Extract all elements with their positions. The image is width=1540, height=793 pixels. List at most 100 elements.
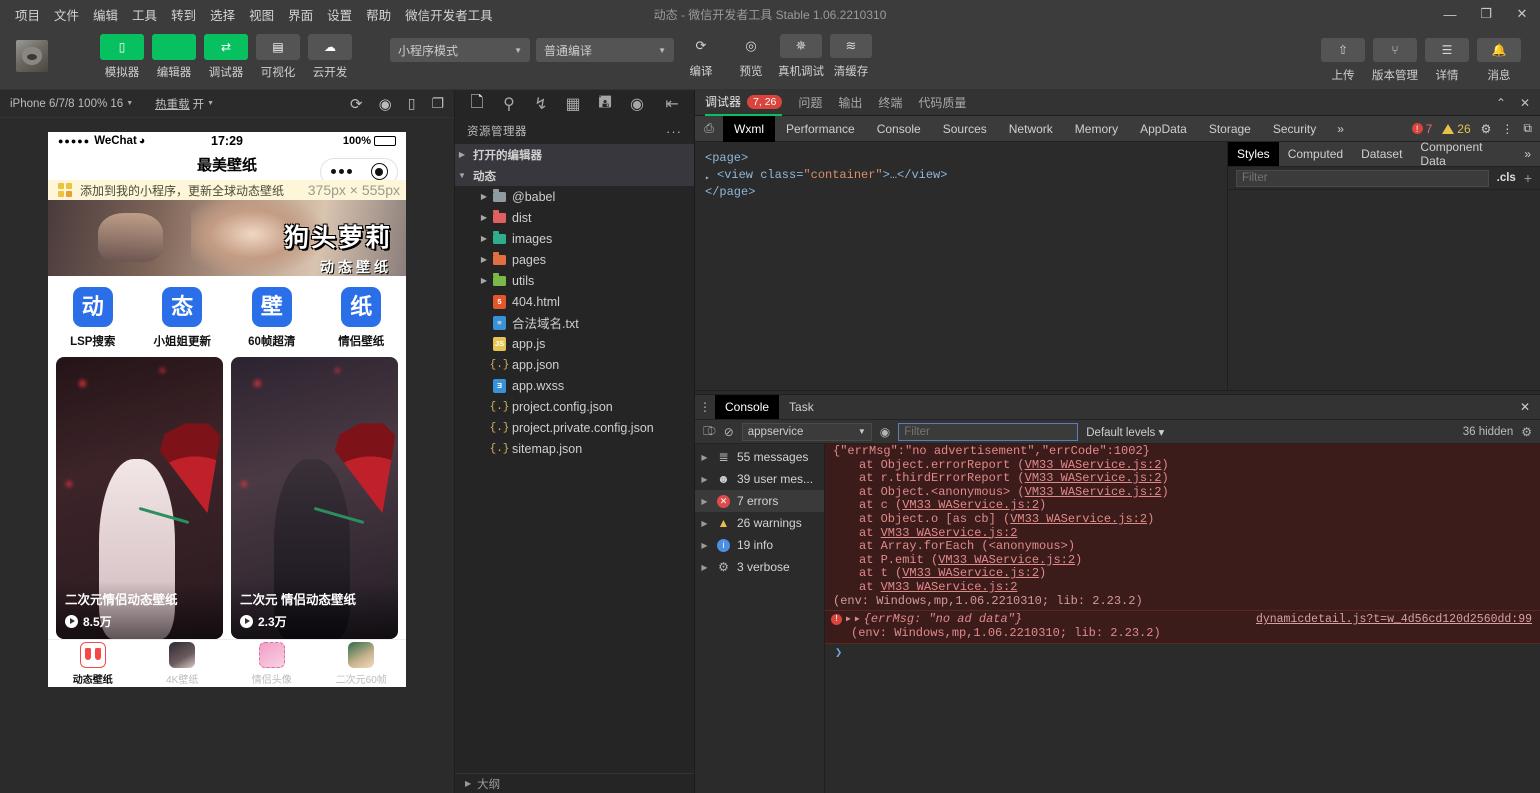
console-stack-link[interactable]: VM33 WAService.js:2 xyxy=(902,566,1039,581)
console-sidebar-user[interactable]: ▶ ☻ 39 user mes... xyxy=(695,468,824,490)
tab-storage[interactable]: Storage xyxy=(1198,116,1262,142)
tab-performance[interactable]: Performance xyxy=(775,116,866,142)
menu-item-4[interactable]: 转到 xyxy=(164,1,203,28)
maximize-button[interactable]: ❐ xyxy=(1468,0,1504,28)
wallpaper-card[interactable]: 二次元 情侣动态壁纸 2.3万 xyxy=(231,357,398,639)
tab-dataset[interactable]: Dataset xyxy=(1352,142,1411,166)
console-levels-select[interactable]: Default levels ▾ xyxy=(1086,425,1164,439)
menu-item-7[interactable]: 界面 xyxy=(281,1,320,28)
tab-security[interactable]: Security xyxy=(1262,116,1327,142)
mode-select[interactable]: 小程序模式 ▼ xyxy=(390,38,530,62)
chevron-right-icon[interactable]: ▶ xyxy=(855,613,860,627)
minimize-button[interactable]: — xyxy=(1432,0,1468,28)
menu-item-3[interactable]: 工具 xyxy=(125,1,164,28)
console-stack-link[interactable]: VM33 WAService.js:2 xyxy=(1010,512,1147,526)
category-item-1[interactable]: 态小姐姐更新 xyxy=(138,287,228,349)
phone-tab-1[interactable]: 4K壁纸 xyxy=(138,641,228,686)
styles-filter-input[interactable] xyxy=(1236,169,1489,187)
error-count-badge[interactable]: ! 7 xyxy=(1411,122,1432,136)
console-source-link[interactable]: dynamicdetail.js?t=w_4d56cd120d2560dd:99 xyxy=(1244,613,1532,627)
console-sidebar-verbose[interactable]: ▶ ⚙ 3 verbose xyxy=(695,556,824,578)
tool-phone[interactable]: ▯ 模拟器 xyxy=(98,34,146,80)
hero-banner[interactable]: 狗头萝莉 动态壁纸 xyxy=(48,200,406,276)
tree-file[interactable]: {.} sitemap.json xyxy=(455,438,694,459)
category-item-3[interactable]: 纸情侣壁纸 xyxy=(317,287,407,349)
tool-cloud[interactable]: ☁ 云开发 xyxy=(306,34,354,80)
tab-component-data[interactable]: Component Data xyxy=(1411,140,1515,168)
dom-line[interactable]: <view class="container">…</view> xyxy=(705,167,1217,187)
action-upload[interactable]: ⇧ 上传 xyxy=(1320,38,1366,83)
tab-console[interactable]: Console xyxy=(866,116,932,142)
console-stack-link[interactable]: VM33 WAService.js:2 xyxy=(1025,485,1162,499)
tab-wxml[interactable]: Wxml xyxy=(723,115,775,142)
tree-file[interactable]: {.} project.private.config.json xyxy=(455,417,694,438)
menu-item-1[interactable]: 文件 xyxy=(47,1,86,28)
console-sidebar-list[interactable]: ▶ ≣ 55 messages xyxy=(695,446,824,468)
close-target-icon[interactable] xyxy=(370,163,388,180)
save-icon[interactable]: 🖪 xyxy=(589,90,621,118)
chevron-right-icon[interactable]: ▶ xyxy=(477,255,491,264)
devtools-more-icon[interactable]: » xyxy=(1327,122,1354,136)
action-refresh[interactable]: ⟳ 编译 xyxy=(678,34,724,79)
tree-file[interactable]: ≡ 合法域名.txt xyxy=(455,312,694,333)
menu-item-9[interactable]: 帮助 xyxy=(359,1,398,28)
console-stack-link[interactable]: VM33 WAService.js:2 xyxy=(881,580,1018,594)
source-control-icon[interactable]: ↯ xyxy=(525,90,557,118)
menu-item-6[interactable]: 视图 xyxy=(242,1,281,28)
tab-network[interactable]: Network xyxy=(998,116,1064,142)
console-filter-input[interactable] xyxy=(898,422,1079,441)
action-bug[interactable]: ✵ 真机调试 xyxy=(778,34,824,79)
debugger-panel-tab-1[interactable]: 问题 xyxy=(798,94,822,111)
record-icon[interactable]: ◉ xyxy=(379,95,392,113)
console-sidebar-error[interactable]: ▶ ✕ 7 errors xyxy=(695,490,824,512)
action-branch[interactable]: ⑂ 版本管理 xyxy=(1372,38,1418,83)
chevron-right-icon[interactable]: ▶ xyxy=(699,475,710,484)
tab-sources[interactable]: Sources xyxy=(932,116,998,142)
compile-select[interactable]: 普通编译 ▼ xyxy=(536,38,674,62)
tab-memory[interactable]: Memory xyxy=(1064,116,1129,142)
more-icon[interactable] xyxy=(330,169,352,174)
console-stack-link[interactable]: VM33 WAService.js:2 xyxy=(902,498,1039,513)
console-error-entry[interactable]: ! ▶ ▶ {errMsg: "no ad data"} (env: Windo… xyxy=(825,611,1540,645)
debugger-panel-tab-3[interactable]: 终端 xyxy=(878,94,902,111)
console-error-entry[interactable]: {"errMsg":"no advertisement","errCode":1… xyxy=(825,444,1540,612)
chevron-down-icon[interactable]: ▼ xyxy=(455,171,469,180)
hot-reload-selector[interactable]: 热重载 开 ▼ xyxy=(155,96,214,112)
chevron-right-icon[interactable]: ▶ xyxy=(699,519,710,528)
multiscreen-icon[interactable]: ❐ xyxy=(431,95,444,112)
tab-styles[interactable]: Styles xyxy=(1228,142,1279,166)
collapse-panel-icon[interactable]: ⌃ xyxy=(1496,96,1506,110)
console-stack-link[interactable]: VM33 WAService.js:2 xyxy=(1025,471,1162,485)
styles-more-icon[interactable]: » xyxy=(1515,142,1540,166)
chevron-right-icon[interactable]: ▶ xyxy=(477,192,491,201)
action-eye[interactable]: ◎ 预览 xyxy=(728,34,774,79)
menu-item-5[interactable]: 选择 xyxy=(203,1,242,28)
warning-count-badge[interactable]: 26 xyxy=(1442,122,1471,136)
gear-icon[interactable]: ⚙ xyxy=(1481,122,1492,136)
console-sidebar-warning[interactable]: ▶ ▲ 26 warnings xyxy=(695,512,824,534)
tool-code[interactable]: 编辑器 xyxy=(150,34,198,80)
phone-tab-3[interactable]: 二次元60帧 xyxy=(317,641,407,686)
tab-appdata[interactable]: AppData xyxy=(1129,116,1198,142)
close-panel-icon[interactable]: ✕ xyxy=(1520,96,1530,110)
phone-tab-0[interactable]: 动态壁纸 xyxy=(48,641,138,686)
console-context-select[interactable]: appservice ▼ xyxy=(741,422,872,441)
search-icon[interactable]: ⚲ xyxy=(493,90,525,118)
styles-add-rule-button[interactable]: + xyxy=(1524,170,1532,186)
add-to-favorites-tip[interactable]: 添加到我的小程序，更新全球动态壁纸 375px × 555px xyxy=(48,179,406,201)
clear-console-icon[interactable]: ⊘ xyxy=(724,425,734,439)
explorer-more-icon[interactable]: ··· xyxy=(666,124,682,139)
tree-file[interactable]: Ǝapp.wxss xyxy=(455,375,694,396)
inspect-element-icon[interactable]: ⎙ xyxy=(695,121,723,136)
console-sidebar-toggle-icon[interactable]: ⎄ xyxy=(703,424,716,439)
tree-folder[interactable]: ▶ dist xyxy=(455,207,694,228)
chevron-right-icon[interactable]: ▶ xyxy=(477,213,491,222)
chevron-right-icon[interactable]: ▶ xyxy=(699,541,710,550)
console-stack-link[interactable]: VM33 WAService.js:2 xyxy=(1025,458,1162,472)
chevron-right-icon[interactable]: ▶ xyxy=(477,234,491,243)
outline-section[interactable]: ▶ 大纲 xyxy=(455,773,694,793)
category-item-2[interactable]: 壁 60帧超清 xyxy=(227,287,317,349)
console-settings-icon[interactable]: ⚙ xyxy=(1521,425,1532,439)
phone-tab-2[interactable]: 情侣头像 xyxy=(227,641,317,686)
device-selector[interactable]: iPhone 6/7/8 100% 16 ▼ xyxy=(10,98,133,110)
